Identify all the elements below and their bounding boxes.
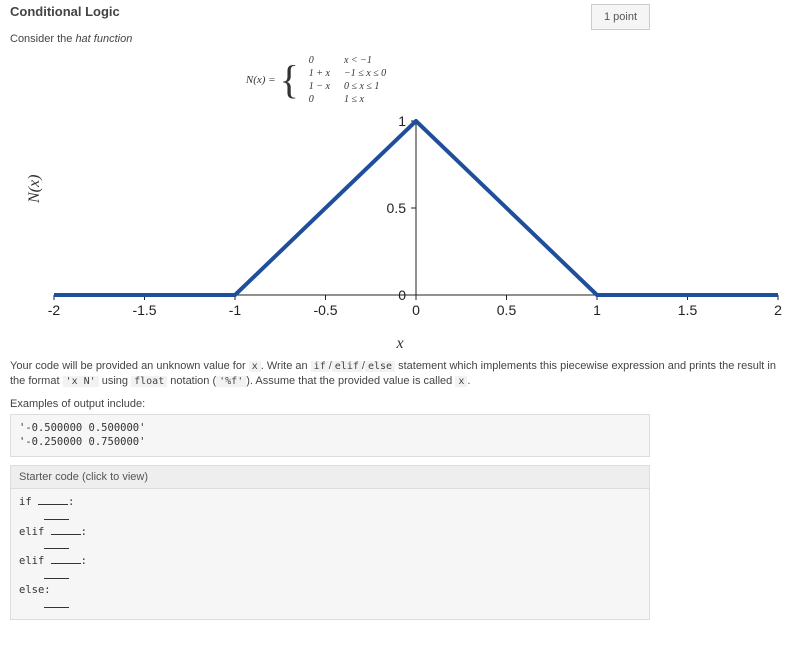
blank <box>44 510 69 519</box>
svg-text:1.5: 1.5 <box>678 302 698 318</box>
hat-function-chart: N(x) -2-1.5-1-0.500.511.5200.51 x <box>10 113 790 353</box>
formula-lhs: N(x) = <box>246 74 276 86</box>
svg-text:0.5: 0.5 <box>497 302 517 318</box>
examples-heading: Examples of output include: <box>10 398 790 410</box>
svg-text:0.5: 0.5 <box>387 200 407 216</box>
svg-text:1: 1 <box>593 302 601 318</box>
code-if: if <box>311 361 329 372</box>
svg-text:1: 1 <box>398 113 406 129</box>
svg-text:-1.5: -1.5 <box>132 302 156 318</box>
code-format: 'x N' <box>63 376 99 387</box>
svg-text:2: 2 <box>774 302 782 318</box>
code-x: x <box>249 361 261 372</box>
blank <box>44 540 69 549</box>
chart-svg: -2 -1.5 -1 -0.5 0 0.5 1 1.5 2 0 0.5 1 <box>42 113 790 331</box>
code-else: else <box>365 361 395 372</box>
formula-cases: 0x < −1 1 + x−1 ≤ x ≤ 0 1 − x0 ≤ x ≤ 1 0… <box>301 53 394 107</box>
blank <box>51 554 81 563</box>
chart-plot-group: -2 -1.5 -1 -0.5 0 0.5 1 1.5 2 0 0.5 1 <box>48 113 782 318</box>
examples-codebox: '-0.500000 0.500000' '-0.250000 0.750000… <box>10 414 650 457</box>
blank <box>44 569 69 578</box>
starter-code-toggle[interactable]: Starter code (click to view) <box>10 465 650 488</box>
question-title: Conditional Logic <box>10 4 120 19</box>
intro-line: Consider the hat function <box>10 33 790 45</box>
svg-text:0: 0 <box>398 287 406 303</box>
intro-hatfunction: hat function <box>75 33 132 45</box>
code-elif: elif <box>332 361 362 372</box>
left-brace: { <box>280 62 299 98</box>
svg-text:-1: -1 <box>229 302 242 318</box>
code-pctf: '%f' <box>216 376 246 387</box>
svg-text:-0.5: -0.5 <box>313 302 337 318</box>
piecewise-formula: N(x) = { 0x < −1 1 + x−1 ≤ x ≤ 0 1 − x0 … <box>220 53 420 107</box>
blank <box>38 496 68 505</box>
intro-prefix: Consider the <box>10 33 75 45</box>
svg-text:-2: -2 <box>48 302 61 318</box>
svg-text:0: 0 <box>412 302 420 318</box>
blank <box>44 599 69 608</box>
chart-xlabel: x <box>10 335 790 353</box>
code-float: float <box>131 376 167 387</box>
question-header: Conditional Logic 1 point <box>10 4 790 30</box>
blank <box>51 525 81 534</box>
question-prompt: Your code will be provided an unknown va… <box>10 359 790 390</box>
code-x2: x <box>455 376 467 387</box>
starter-codebox: if : elif : elif : else: <box>10 488 650 620</box>
points-badge: 1 point <box>591 4 650 30</box>
